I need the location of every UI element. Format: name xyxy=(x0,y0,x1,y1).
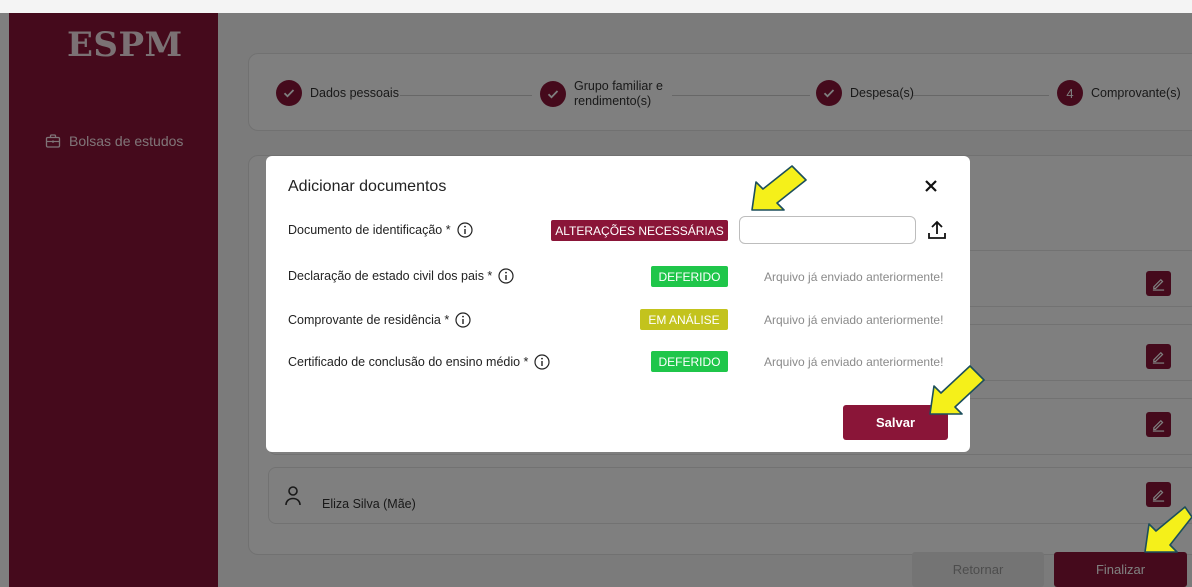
highlight-arrow-icon xyxy=(929,365,985,415)
document-label-ensino-medio: Certificado de conclusão do ensino médio… xyxy=(288,354,551,370)
status-badge: DEFERIDO xyxy=(651,266,728,287)
close-icon[interactable] xyxy=(922,177,940,195)
top-strip xyxy=(0,0,1192,13)
uploaded-note: Arquivo já enviado anteriormente! xyxy=(764,270,944,284)
info-icon[interactable] xyxy=(455,312,471,328)
info-icon[interactable] xyxy=(457,222,473,238)
upload-icon[interactable] xyxy=(927,219,947,241)
info-icon[interactable] xyxy=(498,268,514,284)
document-label-residencia: Comprovante de residência * xyxy=(288,312,471,328)
uploaded-note: Arquivo já enviado anteriormente! xyxy=(764,313,944,327)
status-badge: DEFERIDO xyxy=(651,351,728,372)
document-label-identificacao: Documento de identificação * xyxy=(288,222,473,238)
info-icon[interactable] xyxy=(534,354,551,370)
document-label-estado-civil: Declaração de estado civil dos pais * xyxy=(288,268,514,284)
file-input[interactable] xyxy=(739,216,916,244)
highlight-arrow-icon xyxy=(1144,506,1192,553)
status-badge: ALTERAÇÕES NECESSÁRIAS xyxy=(551,220,728,241)
highlight-arrow-icon xyxy=(751,165,807,211)
uploaded-note: Arquivo já enviado anteriormente! xyxy=(764,355,944,369)
modal-title: Adicionar documentos xyxy=(288,178,447,195)
status-badge: EM ANÁLISE xyxy=(640,309,728,330)
